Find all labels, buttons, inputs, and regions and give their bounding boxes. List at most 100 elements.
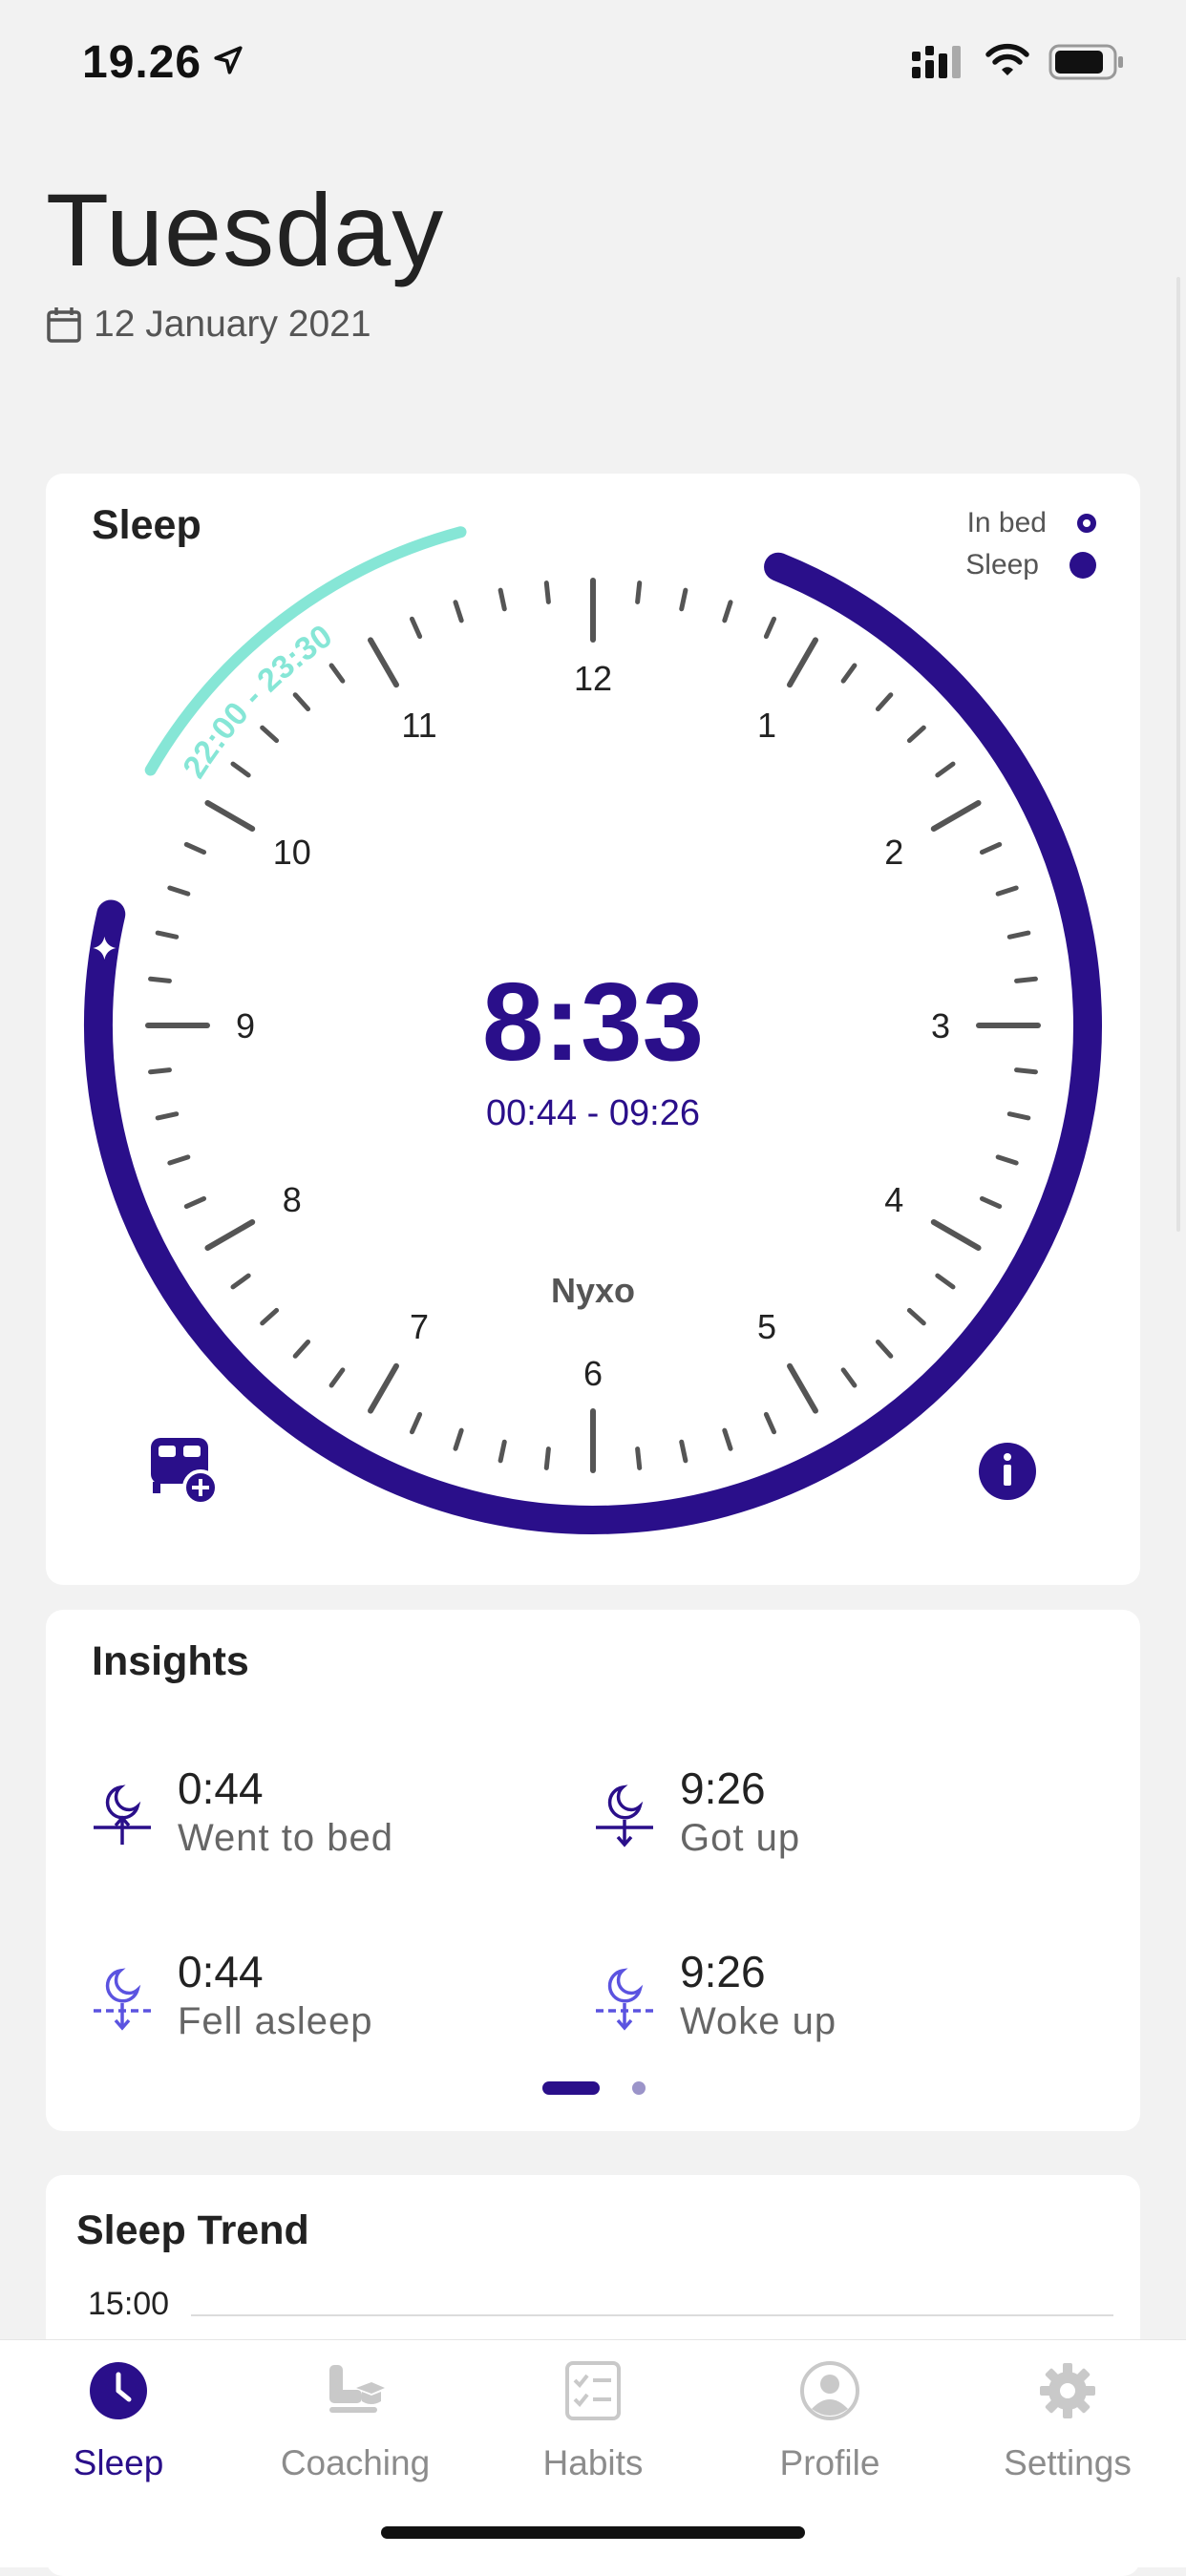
insight-value: 9:26 <box>680 1763 766 1813</box>
minute-tick <box>292 692 311 712</box>
moon-wake-icon <box>596 1968 653 2031</box>
gear-icon <box>1040 2363 1095 2418</box>
hour-tick <box>204 800 256 832</box>
tab-settings[interactable]: Settings <box>949 2359 1186 2483</box>
insights-title: Insights <box>92 1638 249 1684</box>
minute-tick <box>1014 976 1038 983</box>
hour-tick <box>368 637 399 688</box>
page-dot[interactable] <box>632 2081 646 2095</box>
hour-tick <box>787 1362 818 1414</box>
tab-sleep[interactable]: Sleep <box>0 2359 237 2483</box>
minute-tick <box>840 663 858 684</box>
minute-tick <box>148 1067 172 1075</box>
minute-tick <box>979 841 1003 855</box>
minute-tick <box>875 1339 894 1359</box>
hour-tick <box>204 1219 256 1251</box>
minute-tick <box>498 587 507 612</box>
minute-tick <box>453 600 464 623</box>
pagination-dots[interactable] <box>542 2081 646 2095</box>
insight-label: Fell asleep <box>178 2000 373 2042</box>
minute-tick <box>230 761 251 778</box>
minute-tick <box>453 1427 464 1451</box>
tab-label: Sleep <box>73 2443 164 2482</box>
minute-tick <box>292 1339 311 1359</box>
minute-tick <box>543 1446 551 1470</box>
minute-tick <box>1006 930 1031 940</box>
signal-icon <box>912 46 961 78</box>
coaching-icon <box>329 2365 385 2413</box>
sleep-card: Sleep In bed Sleep 12 1 2 3 4 5 6 7 8 9 10 11 22:00… <box>46 474 1140 1585</box>
hour-label: 9 <box>236 1006 255 1045</box>
bed-add-icon <box>151 1438 219 1506</box>
page-dot-active[interactable] <box>542 2081 600 2095</box>
moon-up-icon <box>94 1784 151 1845</box>
minute-tick <box>722 1427 733 1451</box>
insight-label: Woke up <box>680 2000 837 2042</box>
minute-tick <box>183 1195 207 1210</box>
user-icon <box>800 2361 859 2420</box>
info-button[interactable] <box>979 1443 1036 1500</box>
insight-fell-asleep: 0:44 Fell asleep <box>92 1946 372 2045</box>
minute-tick <box>155 1111 180 1121</box>
checklist-icon <box>565 2361 621 2420</box>
minute-tick <box>148 976 172 983</box>
moon-sleep-icon <box>94 1968 151 2031</box>
insights-card: Insights 0:44 Went to bed 9:26 Got up 0:… <box>46 1610 1140 2131</box>
minute-tick <box>875 692 894 712</box>
scroll-indicator <box>1176 277 1180 1232</box>
sleep-clock[interactable]: 121234567891011 22:00 - 23:30 8:33 00:44… <box>46 474 1140 1585</box>
tab-profile[interactable]: Profile <box>711 2359 948 2483</box>
calendar-icon <box>47 307 81 343</box>
insight-label: Went to bed <box>178 1817 393 1859</box>
hour-label: 2 <box>884 833 903 872</box>
minute-tick <box>763 1411 777 1435</box>
minute-tick <box>935 1273 956 1290</box>
add-night-button[interactable] <box>151 1438 219 1506</box>
hour-label: 3 <box>931 1006 950 1045</box>
sleep-duration: 8:33 <box>482 960 704 1084</box>
minute-tick <box>260 1307 280 1326</box>
minute-tick <box>1014 1067 1038 1075</box>
minute-tick <box>409 616 423 640</box>
minute-tick <box>183 841 207 855</box>
minute-tick <box>995 1154 1019 1166</box>
home-indicator <box>381 2526 805 2539</box>
hour-label: 11 <box>401 706 436 745</box>
tab-coaching[interactable]: Coaching <box>237 2359 474 2483</box>
moon-down-icon <box>596 1784 653 1848</box>
tab-habits[interactable]: Habits <box>475 2359 711 2483</box>
minute-tick <box>230 1273 251 1290</box>
page-title: Tuesday <box>46 172 445 287</box>
wifi-icon <box>985 43 1029 75</box>
minute-tick <box>979 1195 1003 1210</box>
location-arrow-icon <box>214 46 243 74</box>
date-selector[interactable]: 12 January 2021 <box>46 304 371 346</box>
hour-label: 5 <box>757 1307 776 1346</box>
minute-tick <box>635 1446 643 1470</box>
hour-tick <box>930 1219 982 1251</box>
hour-label: 7 <box>410 1307 429 1346</box>
tab-label: Coaching <box>280 2443 431 2482</box>
hour-label: 12 <box>574 659 612 698</box>
minute-tick <box>498 1439 507 1464</box>
minute-tick <box>260 725 280 744</box>
minute-tick <box>635 581 643 604</box>
hour-label: 10 <box>273 833 311 872</box>
minute-tick <box>906 1307 926 1326</box>
minute-tick <box>995 885 1019 897</box>
insight-label: Got up <box>680 1817 801 1859</box>
insight-value: 0:44 <box>178 1947 264 1996</box>
battery-icon <box>1048 44 1123 80</box>
tab-label: Habits <box>542 2443 644 2482</box>
minute-tick <box>167 885 191 897</box>
hour-label: 1 <box>757 706 776 745</box>
minute-tick <box>840 1367 858 1388</box>
minute-tick <box>155 930 180 940</box>
insight-woke-up: 9:26 Woke up <box>594 1946 837 2045</box>
hour-tick <box>787 637 818 688</box>
minute-tick <box>763 616 777 640</box>
minute-tick <box>906 725 926 744</box>
hour-tick <box>368 1362 399 1414</box>
minute-tick <box>167 1154 191 1166</box>
trend-gridline <box>191 2314 1113 2316</box>
